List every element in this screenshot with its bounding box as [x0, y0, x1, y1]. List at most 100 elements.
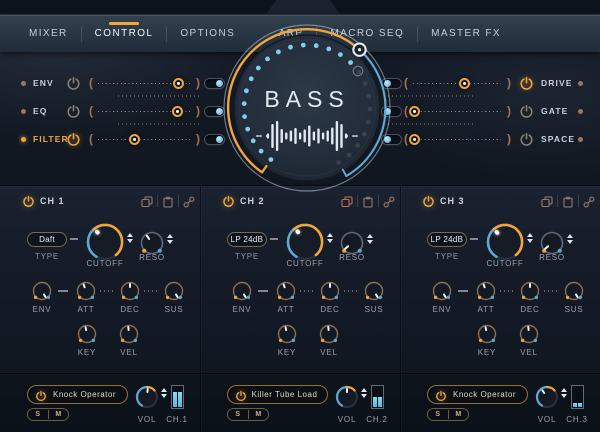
- meter-bar: [173, 392, 177, 407]
- solo-button[interactable]: S: [428, 409, 448, 420]
- icon-separator: [557, 195, 558, 207]
- channel-1-panel: CH 1 Daft TYPE CUTOFF RESO: [0, 186, 200, 432]
- filter-type-value: Daft: [39, 235, 55, 244]
- att-knob[interactable]: [75, 280, 97, 302]
- filter-amount-slider[interactable]: [88, 131, 202, 148]
- cutoff-label: CUTOFF: [275, 259, 335, 268]
- tab-mixer[interactable]: MIXER: [16, 15, 81, 53]
- power-icon[interactable]: [519, 76, 534, 91]
- env-knob[interactable]: [31, 280, 53, 302]
- space-amount-slider[interactable]: [403, 131, 513, 148]
- filter-type-dropdown[interactable]: Daft: [27, 232, 67, 247]
- power-icon[interactable]: [435, 389, 447, 401]
- dec-knob[interactable]: [119, 280, 141, 302]
- cutoff-knob[interactable]: [286, 223, 324, 261]
- volume-stepper[interactable]: [560, 388, 568, 398]
- cutoff-knob[interactable]: [486, 223, 524, 261]
- paste-icon[interactable]: [562, 195, 574, 207]
- copy-icon[interactable]: [541, 195, 553, 207]
- key-knob[interactable]: [476, 323, 498, 345]
- mute-button[interactable]: M: [249, 409, 269, 420]
- drive-amount-slider[interactable]: [403, 75, 513, 92]
- vel-knob[interactable]: [518, 323, 540, 345]
- vel-knob[interactable]: [118, 323, 140, 345]
- module-label: SPACE: [541, 131, 575, 148]
- slider-handle[interactable]: [459, 78, 470, 89]
- dec-knob[interactable]: [519, 280, 541, 302]
- power-icon[interactable]: [519, 104, 534, 119]
- slider-handle[interactable]: [409, 106, 420, 117]
- solo-mute-group: S M: [227, 408, 269, 421]
- mute-button[interactable]: M: [449, 409, 469, 420]
- att-label: ATT: [69, 305, 103, 314]
- active-tab-indicator: [109, 22, 139, 25]
- sus-knob[interactable]: [363, 280, 385, 302]
- status-dot: [578, 137, 583, 142]
- slider-handle[interactable]: [129, 134, 140, 145]
- key-label: KEY: [70, 348, 104, 357]
- mute-button[interactable]: M: [49, 409, 69, 420]
- sus-knob[interactable]: [563, 280, 585, 302]
- tab-control[interactable]: CONTROL: [82, 15, 167, 53]
- operator-dropdown[interactable]: Knock Operator: [27, 385, 128, 404]
- filter-type-dropdown[interactable]: LP 24dB: [427, 232, 467, 247]
- sus-label: SUS: [357, 305, 391, 314]
- filter-type-dropdown[interactable]: LP 24dB: [227, 232, 267, 247]
- volume-stepper[interactable]: [160, 388, 168, 398]
- reso-stepper[interactable]: [166, 234, 174, 244]
- eq-amount-slider[interactable]: [88, 103, 202, 120]
- volume-knob[interactable]: [335, 385, 359, 409]
- paste-icon[interactable]: [162, 195, 174, 207]
- key-knob[interactable]: [276, 323, 298, 345]
- solo-button[interactable]: S: [28, 409, 48, 420]
- connector-dots: [144, 290, 158, 292]
- knob-indicator: [517, 322, 541, 346]
- power-icon[interactable]: [235, 389, 247, 401]
- reso-stepper[interactable]: [566, 234, 574, 244]
- sus-knob[interactable]: [163, 280, 185, 302]
- env-amount-slider[interactable]: [88, 75, 202, 92]
- tab-master-fx[interactable]: MASTER FX: [418, 15, 514, 53]
- vel-label: VEL: [312, 348, 346, 357]
- slider-handle[interactable]: [173, 78, 184, 89]
- key-knob[interactable]: [76, 323, 98, 345]
- gate-amount-slider[interactable]: [403, 103, 513, 120]
- dec-label: DEC: [313, 305, 347, 314]
- vel-knob[interactable]: [318, 323, 340, 345]
- solo-button[interactable]: S: [228, 409, 248, 420]
- connector-dash: [470, 238, 478, 240]
- power-icon[interactable]: [35, 389, 47, 401]
- volume-label: VOL: [532, 415, 562, 424]
- volume-stepper[interactable]: [360, 388, 368, 398]
- link-icon[interactable]: [183, 195, 195, 207]
- cutoff-stepper[interactable]: [126, 233, 134, 243]
- status-dot: [578, 109, 583, 114]
- dec-knob[interactable]: [319, 280, 341, 302]
- att-knob[interactable]: [275, 280, 297, 302]
- copy-icon[interactable]: [141, 195, 153, 207]
- reso-stepper[interactable]: [366, 234, 374, 244]
- link-icon[interactable]: [583, 195, 595, 207]
- volume-knob[interactable]: [535, 385, 559, 409]
- power-icon[interactable]: [22, 195, 35, 208]
- meter-bar: [578, 403, 582, 407]
- power-icon[interactable]: [66, 76, 81, 91]
- operator-dropdown[interactable]: Knock Operator: [427, 385, 528, 404]
- power-icon[interactable]: [519, 132, 534, 147]
- slider-handle[interactable]: [172, 106, 183, 117]
- connector-dots: [100, 290, 114, 292]
- power-icon[interactable]: [422, 195, 435, 208]
- operator-dropdown[interactable]: Killer Tube Load: [227, 385, 328, 404]
- master-dial[interactable]: BASS: [207, 8, 407, 208]
- att-knob[interactable]: [475, 280, 497, 302]
- slider-handle[interactable]: [409, 134, 420, 145]
- env-knob[interactable]: [431, 280, 453, 302]
- volume-knob[interactable]: [135, 385, 159, 409]
- env-knob[interactable]: [231, 280, 253, 302]
- cutoff-knob[interactable]: [86, 223, 124, 261]
- power-icon[interactable]: [66, 132, 81, 147]
- dotted-divider: [118, 95, 202, 97]
- dial-position-marker[interactable]: [353, 44, 365, 56]
- power-icon[interactable]: [66, 104, 81, 119]
- connector-dash: [58, 290, 68, 292]
